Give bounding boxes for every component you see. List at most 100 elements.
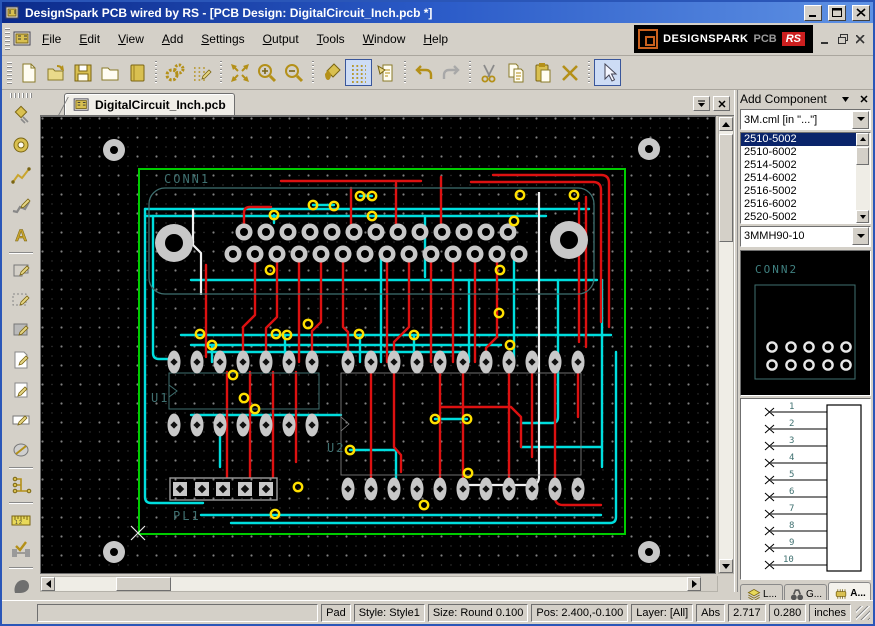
pcb-canvas[interactable]: CONN1 U1 U2 PL1: [40, 116, 716, 574]
component-list-item[interactable]: 2514-6002: [741, 172, 870, 185]
minimize-button[interactable]: [804, 5, 822, 21]
scroll-left-button[interactable]: [41, 577, 55, 591]
grid-settings-button[interactable]: [188, 59, 215, 86]
menu-items: File Edit View Add Settings Output Tools…: [33, 23, 457, 55]
mounting-hole: [638, 138, 660, 160]
new-file-button[interactable]: [15, 59, 42, 86]
add-shape-circle-tool[interactable]: [7, 436, 35, 464]
schematic-preview: 1 2 3 4 5 6 7 8 9 10: [740, 398, 871, 580]
title-bar: DesignSpark PCB wired by RS - [PCB Desig…: [2, 2, 873, 23]
palette-grip[interactable]: [10, 93, 32, 98]
tab-menu-button[interactable]: [693, 96, 710, 111]
paste-button[interactable]: [529, 59, 556, 86]
vertical-scroll-thumb[interactable]: [719, 134, 733, 242]
mdi-restore-icon[interactable]: [838, 34, 848, 44]
scroll-down-button[interactable]: [719, 559, 733, 573]
reports-button[interactable]: [372, 59, 399, 86]
canvas-horizontal-scrollbar[interactable]: [40, 576, 718, 592]
scroll-right-button[interactable]: [687, 577, 701, 591]
toolbar-separator: [309, 61, 316, 85]
canvas-vertical-scrollbar[interactable]: [718, 116, 734, 574]
document-area: DigitalCircuit_Inch.pcb: [40, 90, 734, 592]
menu-settings[interactable]: Settings: [192, 28, 253, 50]
list-scroll-down-button[interactable]: [856, 210, 869, 223]
mdi-minimize-icon[interactable]: [821, 35, 830, 44]
menu-output[interactable]: Output: [254, 28, 308, 50]
designspark-logo: DESIGNSPARK PCB RS: [634, 25, 813, 53]
toolbar-grip[interactable]: [5, 28, 10, 50]
footprint-combo-value: 3MMH90-10: [741, 230, 852, 242]
main-toolbar-grip[interactable]: [7, 62, 12, 84]
document-tab-bar: DigitalCircuit_Inch.pcb: [40, 90, 734, 116]
scroll-up-button[interactable]: [719, 117, 733, 131]
resize-grip[interactable]: [856, 606, 870, 620]
pl1-label: PL1: [173, 509, 201, 523]
libraries-button[interactable]: [123, 59, 150, 86]
add-shape-rectangle-tool[interactable]: [7, 406, 35, 434]
library-combo-dropdown-button[interactable]: [852, 111, 869, 129]
list-scroll-thumb[interactable]: [856, 147, 869, 165]
grid-toggle-button[interactable]: [345, 59, 372, 86]
footprint-combo[interactable]: 3MMH90-10: [740, 226, 871, 247]
component-list-item[interactable]: 2510-6002: [741, 146, 870, 159]
add-connection-tool[interactable]: [7, 191, 35, 219]
select-mode-button[interactable]: [594, 59, 621, 86]
library-combo[interactable]: 3M.cml [in "..."]: [740, 109, 871, 130]
component-list-item[interactable]: 2520-5002: [741, 211, 870, 223]
component-list-item[interactable]: 2516-6002: [741, 198, 870, 211]
close-button[interactable]: [852, 5, 870, 21]
close-design-button[interactable]: [96, 59, 123, 86]
mounting-hole: [638, 541, 660, 563]
select-shape-tool[interactable]: [7, 286, 35, 314]
component-list-item[interactable]: 2510-5002: [741, 133, 870, 146]
document-icon: [13, 30, 33, 48]
copy-button[interactable]: [502, 59, 529, 86]
add-component-panel: Add Component 3M.cml [in "..."] 2510-500…: [738, 90, 873, 604]
component-list-item[interactable]: 2516-5002: [741, 185, 870, 198]
add-board-shape-tool[interactable]: [7, 256, 35, 284]
footprint-combo-dropdown-button[interactable]: [852, 227, 869, 245]
component-list-scrollbar[interactable]: [856, 133, 870, 222]
net-tool[interactable]: [7, 471, 35, 499]
menu-view[interactable]: View: [109, 28, 153, 50]
menu-add[interactable]: Add: [153, 28, 192, 50]
zoom-in-button[interactable]: [253, 59, 280, 86]
panel-close-button[interactable]: [856, 92, 871, 106]
add-shape-open-tool[interactable]: [7, 376, 35, 404]
add-component-tool[interactable]: [7, 101, 35, 129]
add-pad-tool[interactable]: [7, 131, 35, 159]
horizontal-scroll-thumb[interactable]: [116, 577, 171, 591]
add-shape-doc-tool[interactable]: [7, 346, 35, 374]
add-text-tool[interactable]: A: [7, 221, 35, 249]
add-filled-shape-tool[interactable]: [7, 316, 35, 344]
colors-button[interactable]: [318, 59, 345, 86]
zoom-out-button[interactable]: [280, 59, 307, 86]
maximize-button[interactable]: [828, 5, 846, 21]
mdi-close-icon[interactable]: [856, 35, 865, 44]
menu-help[interactable]: Help: [414, 28, 457, 50]
redo-button[interactable]: [437, 59, 464, 86]
save-button[interactable]: [69, 59, 96, 86]
undo-button[interactable]: [410, 59, 437, 86]
zoom-extents-button[interactable]: [226, 59, 253, 86]
menu-file[interactable]: File: [33, 28, 70, 50]
dimension-tool[interactable]: [7, 536, 35, 564]
list-scroll-up-button[interactable]: [856, 133, 869, 146]
panel-menu-button[interactable]: [838, 92, 853, 106]
svg-text:6: 6: [789, 487, 794, 497]
cut-button[interactable]: [475, 59, 502, 86]
teardrop-tool[interactable]: [7, 571, 35, 599]
tab-close-button[interactable]: [713, 96, 730, 111]
open-file-button[interactable]: [42, 59, 69, 86]
add-track-tool[interactable]: [7, 161, 35, 189]
panel-title: Add Component: [740, 92, 835, 106]
menu-window[interactable]: Window: [354, 28, 415, 50]
delete-button[interactable]: [556, 59, 583, 86]
design-technology-button[interactable]: [161, 59, 188, 86]
document-tab[interactable]: DigitalCircuit_Inch.pcb: [64, 93, 235, 115]
component-list[interactable]: 2510-5002 2510-6002 2514-5002 2514-6002 …: [740, 132, 871, 223]
menu-edit[interactable]: Edit: [70, 28, 109, 50]
measure-tool[interactable]: 1 2: [7, 506, 35, 534]
menu-tools[interactable]: Tools: [308, 28, 354, 50]
component-list-item[interactable]: 2514-5002: [741, 159, 870, 172]
